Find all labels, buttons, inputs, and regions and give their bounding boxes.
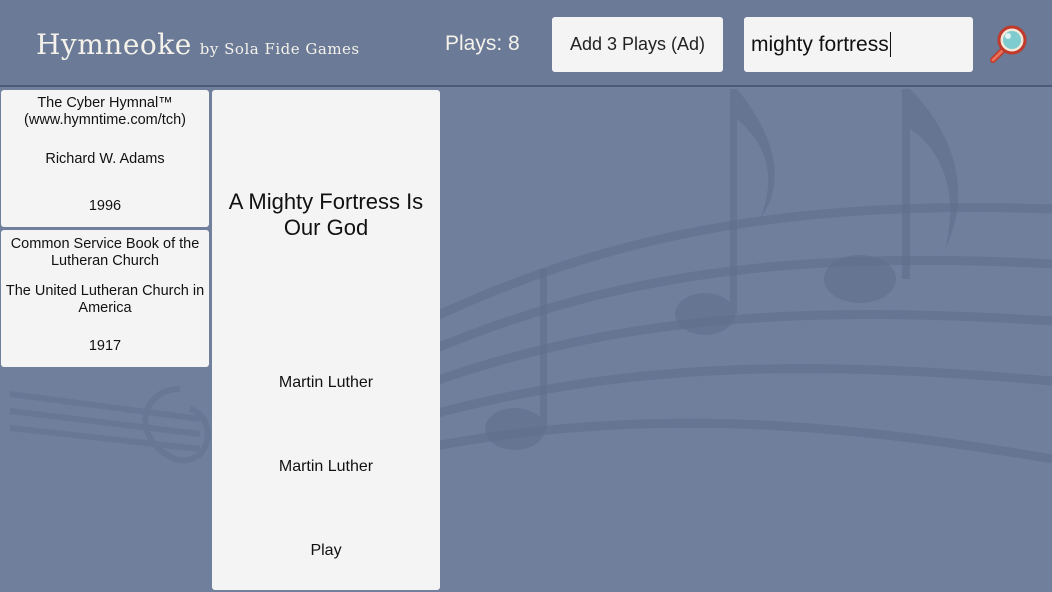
result-year: 1996	[88, 198, 122, 214]
app-title-text: Hymneoke	[36, 28, 192, 61]
text-caret	[889, 32, 891, 57]
magnifier-icon[interactable]	[986, 22, 1030, 66]
hymn-detail-panel: A Mighty Fortress Is Our God Martin Luth…	[212, 90, 440, 590]
add-plays-ad-button[interactable]: Add 3 Plays (Ad)	[552, 17, 723, 72]
result-card[interactable]: Common Service Book of the Lutheran Chur…	[1, 230, 209, 367]
search-input[interactable]: mighty fortress	[744, 17, 973, 72]
app-header: Hymneoke by Sola Fide Games Plays: 8 Add …	[0, 0, 1052, 87]
result-year: 1917	[88, 338, 122, 354]
play-button[interactable]: Play	[212, 542, 440, 560]
hymn-title: A Mighty Fortress Is Our God	[228, 189, 424, 240]
hymn-composer: Martin Luther	[278, 458, 374, 475]
result-author: The United Lutheran Church in America	[5, 283, 205, 316]
plays-counter: Plays: 8	[445, 32, 520, 55]
app-subtitle: by Sola Fide Games	[199, 40, 360, 58]
result-author: Richard W. Adams	[45, 151, 165, 167]
result-source: Common Service Book of the Lutheran Chur…	[10, 236, 200, 269]
result-source: The Cyber Hymnal™ (www.hymntime.com/tch)	[24, 95, 186, 128]
app-title: Hymneoke by Sola Fide Games	[36, 28, 360, 61]
result-card[interactable]: The Cyber Hymnal™ (www.hymntime.com/tch)…	[1, 90, 209, 227]
hymn-lyricist: Martin Luther	[278, 374, 374, 391]
search-input-value: mighty fortress	[751, 32, 889, 56]
